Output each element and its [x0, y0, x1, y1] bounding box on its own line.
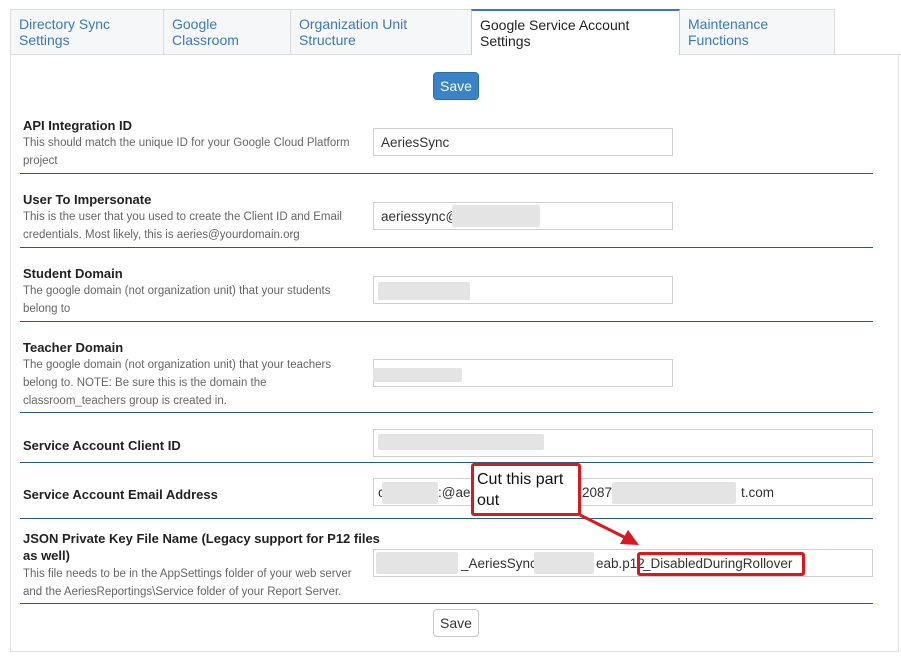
tab-directory-sync-settings[interactable]: Directory Sync Settings: [10, 9, 164, 54]
email-value-part: :@ae: [438, 484, 471, 500]
redacted-blur: [534, 552, 594, 574]
save-button-top[interactable]: Save: [433, 72, 479, 100]
redacted-blur: [376, 552, 458, 574]
save-button-bottom[interactable]: Save: [433, 609, 479, 637]
teacher-domain-description: The google domain (not organization unit…: [23, 359, 332, 407]
user-to-impersonate-value: aeriessync@: [381, 208, 460, 224]
tab-bar: Directory Sync Settings Google Classroom…: [10, 9, 835, 55]
divider: [20, 321, 873, 322]
json-key-label: JSON Private Key File Name (Legacy suppo…: [23, 531, 380, 563]
redacted-blur: [378, 434, 544, 450]
api-integration-id-input[interactable]: AeriesSync: [373, 128, 673, 156]
client-id-label: Service Account Client ID: [23, 438, 181, 453]
json-key-description: This file needs to be in the AppSettings…: [23, 568, 352, 598]
api-integration-id-label: API Integration ID: [23, 118, 133, 133]
divider: [20, 518, 873, 519]
api-integration-id-description: This should match the unique ID for your…: [23, 137, 350, 167]
email-value-part: t.com: [741, 484, 775, 500]
redacted-blur: [373, 368, 462, 382]
divider: [20, 412, 873, 413]
user-to-impersonate-description: This is the user that you used to create…: [23, 211, 342, 241]
divider: [20, 603, 873, 604]
teacher-domain-label: Teacher Domain: [23, 340, 124, 355]
annotation-highlight-box: [637, 552, 805, 576]
annotation-callout: Cut this part out: [471, 463, 581, 516]
divider: [20, 462, 873, 463]
student-domain-label: Student Domain: [23, 266, 123, 281]
redacted-blur: [378, 282, 470, 300]
tab-maintenance-functions[interactable]: Maintenance Functions: [679, 9, 835, 54]
email-address-label: Service Account Email Address: [23, 487, 218, 502]
redacted-blur: [452, 205, 540, 227]
json-key-value-part: _AeriesSync-: [461, 555, 542, 571]
divider: [20, 247, 873, 248]
api-integration-id-value: AeriesSync: [381, 134, 450, 150]
student-domain-description: The google domain (not organization unit…: [23, 285, 331, 315]
tab-google-service-account-settings[interactable]: Google Service Account Settings: [471, 9, 680, 55]
tab-google-classroom[interactable]: Google Classroom: [163, 9, 291, 54]
divider: [20, 173, 873, 174]
annotation-callout-text: Cut this part out: [477, 471, 564, 509]
redacted-blur: [382, 482, 438, 504]
user-to-impersonate-label: User To Impersonate: [23, 192, 152, 207]
redacted-blur: [612, 482, 736, 504]
tab-organization-unit-structure[interactable]: Organization Unit Structure: [290, 9, 472, 54]
